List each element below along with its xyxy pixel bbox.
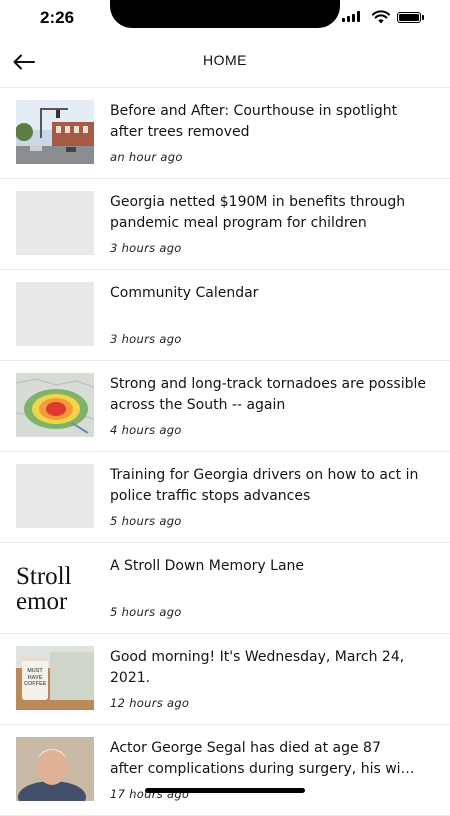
article-headline: Before and After: Courthouse in spotligh… [110,103,398,140]
article-headline: Training for Georgia drivers on how to a… [110,467,419,504]
wifi-icon [372,10,390,24]
nav-bar: HOME [0,40,450,88]
battery-icon [397,12,421,23]
news-item[interactable]: Community Calendar 3 hours ago [0,270,450,361]
news-item[interactable]: Georgia netted $190M in benefits through… [0,179,450,270]
placeholder-thumbnail [16,464,94,528]
page-title: HOME [203,52,247,68]
news-item[interactable]: Before and After: Courthouse in spotligh… [0,88,450,179]
article-time: 5 hours ago [110,514,182,528]
portrait-thumbnail [16,737,94,801]
article-headline-line1: Actor George Segal has died at age 87 [110,740,381,756]
placeholder-thumbnail [16,191,94,255]
article-time: 3 hours ago [110,332,182,346]
stroll-thumb-line2: emor [16,588,68,615]
stroll-text-thumbnail: Stroll emor [16,555,94,619]
article-time: an hour ago [110,150,183,164]
news-item[interactable]: Actor George Segal has died at age 87 af… [0,725,450,816]
article-time: 4 hours ago [110,423,182,437]
status-bar: 2:26 [0,0,450,40]
signal-icon [342,11,360,22]
article-time: 3 hours ago [110,241,182,255]
stroll-thumb-line1: Stroll [16,563,72,590]
article-time: 12 hours ago [110,696,190,710]
article-headline: A Stroll Down Memory Lane [110,558,305,574]
courthouse-thumbnail [16,100,94,164]
article-headline: Strong and long-track tornadoes are poss… [110,376,426,413]
news-list: Before and After: Courthouse in spotligh… [0,88,450,816]
article-headline: Good morning! It's Wednesday, March 24, … [110,649,405,686]
news-item[interactable]: Strong and long-track tornadoes are poss… [0,361,450,452]
coffee-cup-label: MUST HAVE COFFEE [24,668,47,687]
article-headline: Actor George Segal has died at age 87 af… [110,738,430,779]
coffee-thumbnail: MUST HAVE COFFEE [16,646,94,710]
home-indicator[interactable] [145,788,305,793]
news-item[interactable]: MUST HAVE COFFEE Good morning! It's Wedn… [0,634,450,725]
news-item[interactable]: Training for Georgia drivers on how to a… [0,452,450,543]
article-time: 5 hours ago [110,605,182,619]
article-headline: Community Calendar [110,285,259,301]
status-time: 2:26 [40,8,75,27]
article-headline: Georgia netted $190M in benefits through… [110,194,406,231]
weather-map-thumbnail [16,373,94,437]
news-item[interactable]: Stroll emor A Stroll Down Memory Lane 5 … [0,543,450,634]
device-notch [110,0,340,28]
article-headline-line2: after complications during surgery, his … [110,760,415,777]
battery-tip [422,15,424,20]
placeholder-thumbnail [16,282,94,346]
